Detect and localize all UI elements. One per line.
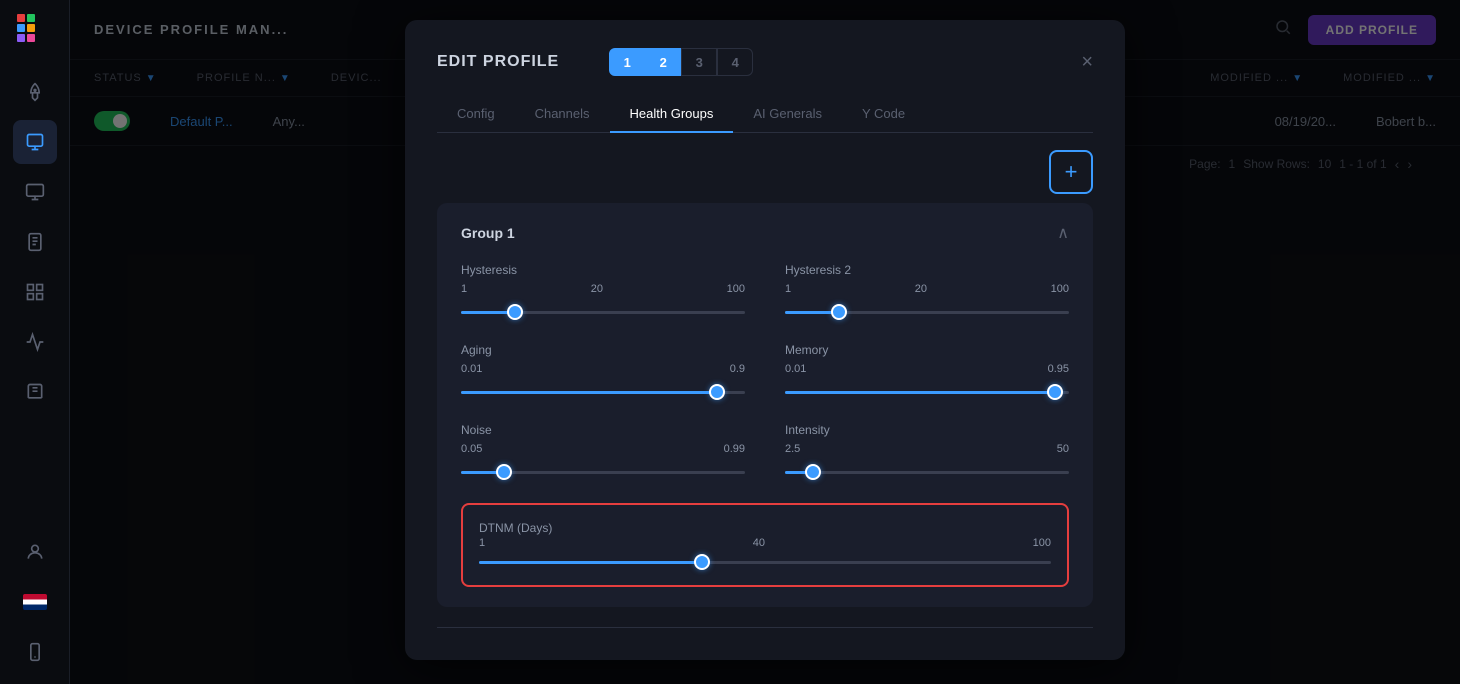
slider-fill xyxy=(461,391,717,394)
slider-hysteresis2-track[interactable] xyxy=(785,303,1069,321)
sliders-grid: Hysteresis 1 20 100 Hyster xyxy=(461,263,1069,481)
step-indicators: 1 2 3 4 xyxy=(609,48,753,76)
slider-thumb[interactable] xyxy=(507,304,523,320)
slider-noise-range: 0.05 0.99 xyxy=(461,443,745,455)
slider-thumb[interactable] xyxy=(709,384,725,400)
sidebar-item-device[interactable] xyxy=(13,120,57,164)
slider-noise-min: 0.05 xyxy=(461,443,482,455)
slider-intensity-label: Intensity xyxy=(785,423,1069,437)
app-logo xyxy=(13,10,57,54)
tab-ai-generals[interactable]: AI Generals xyxy=(733,96,842,133)
modal-footer-divider xyxy=(437,627,1093,628)
add-group-button[interactable]: + xyxy=(1049,150,1093,194)
slider-hysteresis-min: 1 xyxy=(461,283,467,295)
tab-y-code[interactable]: Y Code xyxy=(842,96,925,133)
slider-intensity-min: 2.5 xyxy=(785,443,800,455)
slider-hysteresis: Hysteresis 1 20 100 xyxy=(461,263,745,321)
step-3[interactable]: 3 xyxy=(681,48,717,76)
modal-header: EDIT PROFILE 1 2 3 4 × xyxy=(437,48,1093,76)
slider-thumb[interactable] xyxy=(694,554,710,570)
collapse-group-button[interactable]: ∧ xyxy=(1057,223,1069,243)
slider-thumb[interactable] xyxy=(1047,384,1063,400)
slider-hysteresis2-range: 1 20 100 xyxy=(785,283,1069,295)
slider-aging-value: 0.9 xyxy=(730,363,745,375)
dtnm-min: 1 xyxy=(479,537,485,549)
slider-memory-track[interactable] xyxy=(785,383,1069,401)
slider-hysteresis-range: 1 20 100 xyxy=(461,283,745,295)
slider-hysteresis-value: 20 xyxy=(591,283,603,295)
sidebar-item-monitor[interactable] xyxy=(13,170,57,214)
dtnm-range: 1 40 100 xyxy=(479,537,1051,549)
step-1[interactable]: 1 xyxy=(609,48,645,76)
slider-noise: Noise 0.05 0.99 xyxy=(461,423,745,481)
dtnm-value: 40 xyxy=(753,537,765,549)
slider-track xyxy=(461,311,745,314)
slider-noise-value: 0.99 xyxy=(724,443,745,455)
slider-fill xyxy=(785,391,1055,394)
slider-hysteresis2-value: 20 xyxy=(915,283,927,295)
slider-hysteresis-track[interactable] xyxy=(461,303,745,321)
slider-track xyxy=(479,561,1051,564)
tab-config[interactable]: Config xyxy=(437,96,515,133)
dtnm-track[interactable] xyxy=(479,553,1051,571)
slider-aging: Aging 0.01 0.9 xyxy=(461,343,745,401)
tab-health-groups[interactable]: Health Groups xyxy=(610,96,734,133)
slider-memory-min: 0.01 xyxy=(785,363,806,375)
slider-hysteresis2: Hysteresis 2 1 20 100 xyxy=(785,263,1069,321)
sidebar-item-phone[interactable] xyxy=(13,630,57,674)
slider-hysteresis-label: Hysteresis xyxy=(461,263,745,277)
slider-memory: Memory 0.01 0.95 xyxy=(785,343,1069,401)
modal-overlay: EDIT PROFILE 1 2 3 4 × Config Channels H… xyxy=(70,0,1460,684)
slider-intensity-track[interactable] xyxy=(785,463,1069,481)
sidebar xyxy=(0,0,70,684)
step-2[interactable]: 2 xyxy=(645,48,681,76)
group-header: Group 1 ∧ xyxy=(461,223,1069,243)
slider-thumb[interactable] xyxy=(496,464,512,480)
slider-thumb[interactable] xyxy=(831,304,847,320)
dtnm-max: 100 xyxy=(1033,537,1051,549)
slider-hysteresis-max: 100 xyxy=(727,283,745,295)
group-1-section: Group 1 ∧ Hysteresis 1 20 100 xyxy=(437,203,1093,607)
sidebar-item-chart[interactable] xyxy=(13,320,57,364)
tab-channels[interactable]: Channels xyxy=(515,96,610,133)
modal-title: EDIT PROFILE xyxy=(437,53,559,71)
slider-track xyxy=(785,391,1069,394)
sidebar-item-library[interactable] xyxy=(13,370,57,414)
slider-track xyxy=(461,471,745,474)
modal-close-button[interactable]: × xyxy=(1081,51,1093,74)
slider-noise-track[interactable] xyxy=(461,463,745,481)
slider-hysteresis2-max: 100 xyxy=(1051,283,1069,295)
flag-icon xyxy=(23,594,47,610)
slider-memory-range: 0.01 0.95 xyxy=(785,363,1069,375)
sidebar-item-user[interactable] xyxy=(13,530,57,574)
modal-tabs: Config Channels Health Groups AI General… xyxy=(437,96,1093,133)
slider-track xyxy=(785,311,1069,314)
slider-hysteresis2-min: 1 xyxy=(785,283,791,295)
slider-thumb[interactable] xyxy=(805,464,821,480)
slider-intensity: Intensity 2.5 50 xyxy=(785,423,1069,481)
sidebar-item-grid[interactable] xyxy=(13,270,57,314)
sidebar-bottom xyxy=(13,530,57,674)
sidebar-item-rocket[interactable] xyxy=(13,70,57,114)
slider-memory-value: 0.95 xyxy=(1048,363,1069,375)
slider-intensity-value: 50 xyxy=(1057,443,1069,455)
slider-track xyxy=(461,391,745,394)
slider-memory-label: Memory xyxy=(785,343,1069,357)
slider-track xyxy=(785,471,1069,474)
slider-aging-min: 0.01 xyxy=(461,363,482,375)
slider-aging-track[interactable] xyxy=(461,383,745,401)
dtnm-section: DTNM (Days) 1 40 100 xyxy=(461,503,1069,587)
group-title: Group 1 xyxy=(461,225,515,241)
sidebar-item-flag[interactable] xyxy=(13,580,57,624)
slider-noise-label: Noise xyxy=(461,423,745,437)
slider-aging-label: Aging xyxy=(461,343,745,357)
slider-fill xyxy=(479,561,702,564)
edit-profile-modal: EDIT PROFILE 1 2 3 4 × Config Channels H… xyxy=(405,20,1125,660)
slider-hysteresis2-label: Hysteresis 2 xyxy=(785,263,1069,277)
slider-aging-range: 0.01 0.9 xyxy=(461,363,745,375)
sidebar-item-document[interactable] xyxy=(13,220,57,264)
step-4[interactable]: 4 xyxy=(717,48,753,76)
dtnm-label: DTNM (Days) xyxy=(479,521,552,535)
slider-intensity-range: 2.5 50 xyxy=(785,443,1069,455)
